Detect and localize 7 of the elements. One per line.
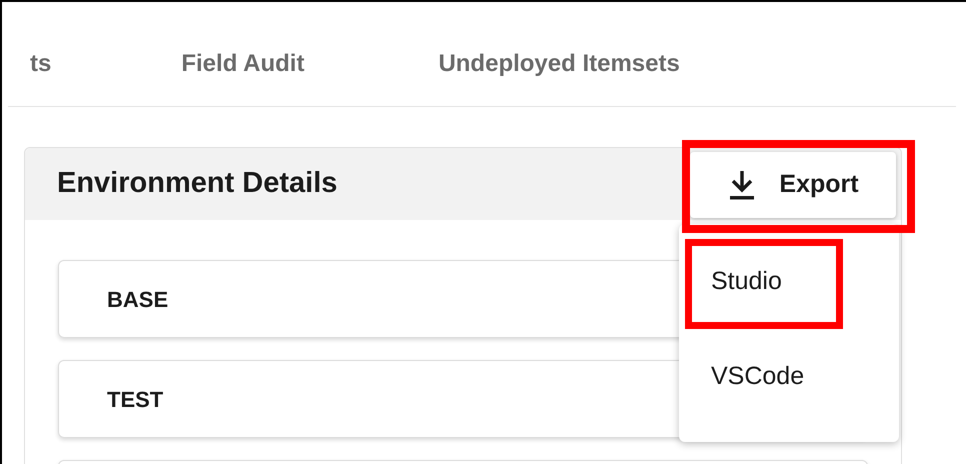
row-label: BASE [107, 286, 168, 314]
tab[interactable]: ts [30, 50, 52, 77]
tab[interactable]: Field Audit [181, 50, 304, 77]
tab[interactable]: Undeployed Itemsets [438, 50, 680, 77]
row-label: TEST [107, 386, 164, 414]
card-title: Environment Details [57, 166, 338, 202]
export-button[interactable]: Export [690, 152, 896, 218]
